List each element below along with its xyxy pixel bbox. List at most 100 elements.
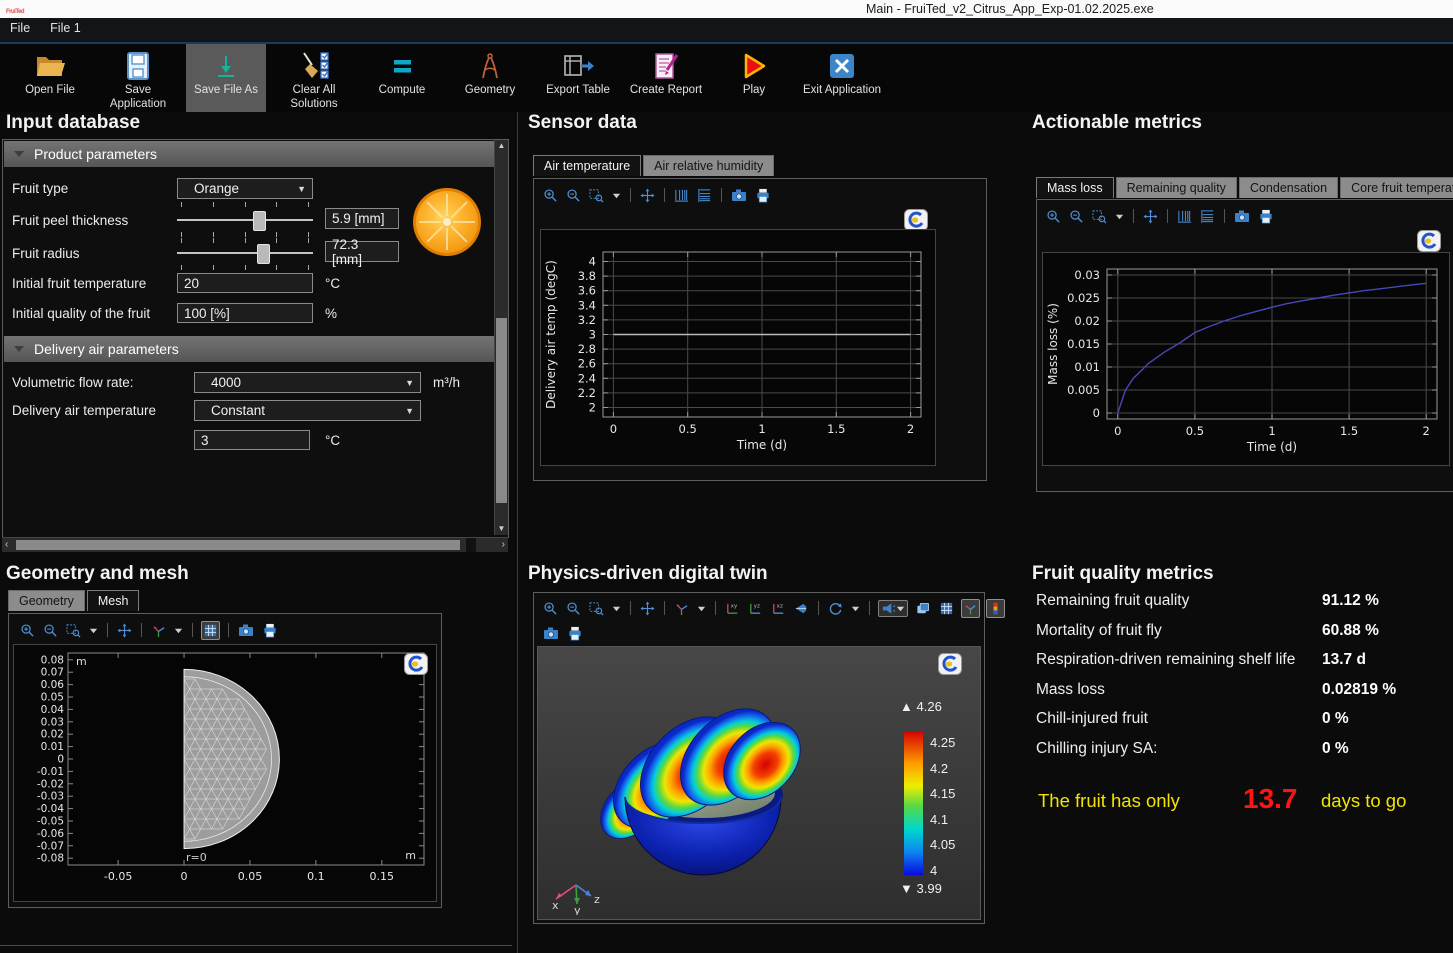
view-xz-icon[interactable]: xz: [770, 600, 787, 617]
fit-icon[interactable]: [639, 187, 656, 204]
x-log-scale-icon[interactable]: [1176, 208, 1193, 225]
toolbar-save-application-button[interactable]: Save Application: [98, 44, 178, 112]
fruit-peel-thickness-slider[interactable]: [177, 210, 313, 230]
zoom-out-icon[interactable]: [1068, 208, 1085, 225]
tab-air-temperature[interactable]: Air temperature: [533, 155, 641, 176]
zoom-in-icon[interactable]: [19, 622, 36, 639]
zoom-box-icon[interactable]: [588, 187, 605, 204]
menu-file-1[interactable]: File 1: [40, 18, 91, 38]
zoom-box-icon[interactable]: [65, 622, 82, 639]
tab-mass-loss[interactable]: Mass loss: [1036, 177, 1114, 198]
fit-icon[interactable]: [1142, 208, 1159, 225]
axis-triad-icon[interactable]: [150, 622, 167, 639]
camera-icon[interactable]: [542, 625, 560, 641]
svg-text:0: 0: [1114, 424, 1121, 438]
fruit-radius-value[interactable]: 72.3 [mm]: [325, 241, 399, 262]
scene-icon[interactable]: [914, 600, 932, 617]
tab-core-fruit-temperature[interactable]: Core fruit temperature: [1340, 177, 1453, 198]
slider-handle[interactable]: [257, 244, 270, 264]
toolbar-open-file-button[interactable]: Open File: [10, 44, 90, 112]
light-settings-group[interactable]: [878, 600, 908, 617]
initial-quality-input[interactable]: 100 [%]: [177, 303, 313, 323]
caret-icon[interactable]: [88, 625, 99, 636]
input-database-title: Input database: [6, 112, 140, 134]
toolbar-exit-application-button[interactable]: Exit Application: [802, 44, 882, 112]
zoom-in-icon[interactable]: [542, 600, 559, 617]
y-log-scale-icon[interactable]: [1199, 208, 1216, 225]
tab-geometry[interactable]: Geometry: [8, 590, 85, 611]
axis-triad-icon[interactable]: [673, 600, 690, 617]
volumetric-flow-rate-dropdown[interactable]: 4000 ▼: [194, 372, 421, 393]
caret-icon[interactable]: [1114, 211, 1125, 222]
zoom-in-icon[interactable]: [1045, 208, 1062, 225]
view-yz-icon[interactable]: yz: [747, 600, 764, 617]
print-icon[interactable]: [1257, 208, 1275, 225]
print-icon[interactable]: [261, 622, 279, 639]
metric-label: Mass loss: [1036, 681, 1105, 699]
caret-icon[interactable]: [173, 625, 184, 636]
x-log-scale-icon[interactable]: [673, 187, 690, 204]
grid-on-icon[interactable]: [938, 600, 955, 617]
product-parameters-header[interactable]: Product parameters: [4, 141, 494, 167]
zoom-out-icon[interactable]: [42, 622, 59, 639]
caret-icon[interactable]: [696, 603, 707, 614]
caret-icon[interactable]: [611, 190, 622, 201]
slider-handle[interactable]: [253, 211, 266, 231]
delivery-air-temperature-input[interactable]: 3: [194, 430, 310, 450]
rotate-icon[interactable]: [827, 600, 844, 617]
delivery-air-parameters-header[interactable]: Delivery air parameters: [4, 336, 494, 362]
camera-icon[interactable]: [730, 187, 748, 203]
toolbar-geometry-button[interactable]: Geometry: [450, 44, 530, 112]
mesh-plot[interactable]: -0.0500.050.10.150.080.070.060.050.040.0…: [14, 645, 434, 899]
fruit-peel-thickness-value[interactable]: 5.9 [mm]: [325, 208, 399, 229]
toolbar-compute-button[interactable]: Compute: [362, 44, 442, 112]
tab-remaining-quality[interactable]: Remaining quality: [1116, 177, 1237, 198]
tab-mesh[interactable]: Mesh: [87, 590, 140, 611]
fruit-type-dropdown[interactable]: Orange ▼: [177, 178, 313, 199]
perspective-icon[interactable]: [793, 600, 810, 617]
grid-on-icon[interactable]: [201, 621, 220, 640]
toolbar-play-button[interactable]: Play: [714, 44, 794, 112]
scroll-right-icon[interactable]: ›: [502, 539, 505, 551]
zoom-out-icon[interactable]: [565, 187, 582, 204]
print-icon[interactable]: [754, 187, 772, 204]
zoom-out-icon[interactable]: [565, 600, 582, 617]
menu-file[interactable]: File: [0, 18, 40, 38]
view-xy-icon[interactable]: xy: [724, 600, 741, 617]
svg-text:Delivery air temp (degC): Delivery air temp (degC): [544, 260, 558, 409]
caret-icon[interactable]: [611, 603, 622, 614]
toolbar-create-report-button[interactable]: Create Report: [626, 44, 706, 112]
scroll-down-icon[interactable]: ▼: [495, 524, 508, 534]
scrollbar-thumb[interactable]: [16, 540, 460, 550]
camera-icon[interactable]: [237, 622, 255, 638]
toolbar-separator: [630, 188, 631, 202]
legend-toggle-icon[interactable]: [986, 599, 1005, 618]
sensor-chart[interactable]: 00.511.5222.22.42.62.833.23.43.63.84Time…: [541, 230, 933, 463]
fruit-radius-slider[interactable]: [177, 243, 313, 263]
tab-air-relative-humidity[interactable]: Air relative humidity: [643, 155, 774, 176]
fit-icon[interactable]: [639, 600, 656, 617]
delivery-air-temperature-dropdown[interactable]: Constant ▼: [194, 400, 421, 421]
axes-toggle-icon[interactable]: [961, 599, 980, 618]
zoom-box-icon[interactable]: [588, 600, 605, 617]
scroll-up-icon[interactable]: ▲: [495, 141, 508, 151]
mass-loss-chart[interactable]: 00.511.5200.0050.010.0150.020.0250.03Tim…: [1043, 253, 1447, 463]
toolbar-export-table-button[interactable]: Export Table: [538, 44, 618, 112]
vertical-scrollbar[interactable]: ▲ ▼: [494, 140, 508, 535]
scroll-left-icon[interactable]: ‹: [5, 539, 8, 551]
print-icon[interactable]: [566, 625, 584, 642]
scrollbar-thumb[interactable]: [496, 318, 507, 503]
initial-fruit-temperature-input[interactable]: 20: [177, 273, 313, 293]
comsol-logo: [938, 653, 962, 675]
camera-icon[interactable]: [1233, 208, 1251, 224]
tab-condensation[interactable]: Condensation: [1239, 177, 1338, 198]
zoom-in-icon[interactable]: [542, 187, 559, 204]
horizontal-scrollbar[interactable]: ‹ ›: [2, 537, 508, 552]
toolbar-clear-all-solutions-button[interactable]: Clear All Solutions: [274, 44, 354, 112]
twin-scene[interactable]: ▲ 4.26 4.254.24.154.14.054 ▼ 3.99 x y z: [537, 646, 981, 920]
caret-icon[interactable]: [850, 603, 861, 614]
fit-icon[interactable]: [116, 622, 133, 639]
y-log-scale-icon[interactable]: [696, 187, 713, 204]
zoom-box-icon[interactable]: [1091, 208, 1108, 225]
toolbar-save-file-as-button[interactable]: Save File As: [186, 44, 266, 112]
